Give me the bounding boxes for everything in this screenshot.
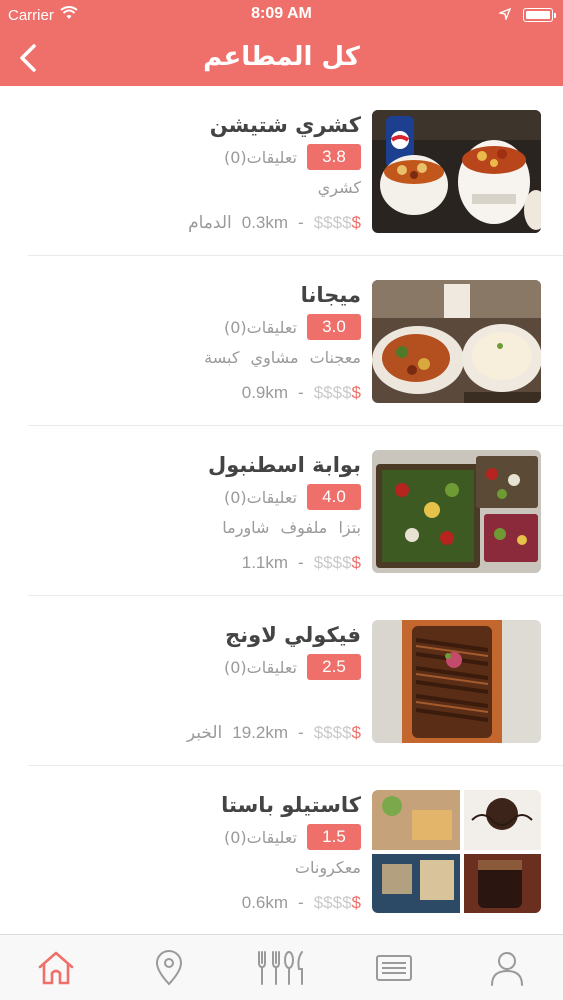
tab-location[interactable] <box>139 943 199 993</box>
restaurant-info: كاستيلو باستا 1.5 تعليقات(0) معكرونات 0.… <box>41 790 361 916</box>
nav-bar: كل المطاعم <box>0 30 563 86</box>
app-header: Carrier 8:09 AM كل المطاعم <box>0 0 563 86</box>
rating-badge: 3.0 <box>307 314 361 340</box>
tab-profile[interactable] <box>477 943 537 993</box>
restaurant-meta: الخبر 19.2km - $$$$$ <box>41 720 361 746</box>
rating-row: 3.8 تعليقات(0) <box>41 144 361 170</box>
rating-row: 1.5 تعليقات(0) <box>41 824 361 850</box>
distance-label: 0.3km <box>241 213 289 232</box>
page-title: كل المطاعم <box>203 42 360 72</box>
restaurant-meta: 1.1km - $$$$$ <box>41 550 361 576</box>
restaurant-info: ميجانا 3.0 تعليقات(0) معجنات مشاوي كبسة … <box>41 280 361 406</box>
restaurant-photo <box>372 620 541 743</box>
restaurant-info: كشري شتيشن 3.8 تعليقات(0) كشري الدمام 0.… <box>41 110 361 236</box>
cuisine-tags: معجنات مشاوي كبسة <box>204 348 361 367</box>
restaurant-photo <box>372 790 541 913</box>
restaurant-name: بوابة اسطنبول <box>207 453 361 477</box>
distance-label: 0.6km <box>241 893 289 912</box>
city-label: الخبر <box>186 723 223 743</box>
restaurant-item[interactable]: كشري شتيشن 3.8 تعليقات(0) كشري الدمام 0.… <box>28 86 563 256</box>
rating-badge: 2.5 <box>307 654 361 680</box>
restaurant-name: كاستيلو باستا <box>221 793 361 817</box>
price-level: $$$$$ <box>314 383 361 403</box>
price-level: $$$$$ <box>314 553 361 573</box>
reviews-count: تعليقات(0) <box>223 657 297 677</box>
price-active: $ <box>351 723 361 742</box>
price-active: $ <box>351 383 361 402</box>
restaurant-name: ميجانا <box>300 283 361 307</box>
price-inactive: $$$$ <box>313 553 352 572</box>
meta-separator: - <box>298 893 304 912</box>
rating-badge: 1.5 <box>307 824 361 850</box>
restaurant-meta: 0.9km - $$$$$ <box>41 380 361 406</box>
meta-separator: - <box>298 723 304 742</box>
tab-bar <box>0 934 563 1000</box>
price-level: $$$$$ <box>314 723 361 743</box>
home-icon <box>38 951 74 984</box>
price-inactive: $$$$ <box>313 723 352 742</box>
restaurant-photo <box>372 450 541 573</box>
battery-icon <box>523 8 556 22</box>
distance-label: 0.9km <box>241 383 289 402</box>
price-inactive: $$$$ <box>313 383 352 402</box>
reviews-count: تعليقات(0) <box>223 487 297 507</box>
restaurant-name: كشري شتيشن <box>209 113 361 137</box>
meta-separator: - <box>298 553 304 572</box>
restaurants-screen: Carrier 8:09 AM كل المطاعم كشري شتيشن 3.… <box>0 0 563 1000</box>
restaurant-photo <box>372 280 541 403</box>
meta-separator: - <box>298 383 304 402</box>
cuisine-tags: بتزا ملفوف شاورما <box>222 518 361 537</box>
reviews-count: تعليقات(0) <box>223 147 297 167</box>
rating-badge: 3.8 <box>307 144 361 170</box>
cuisine-tags <box>41 688 361 712</box>
price-inactive: $$$$ <box>313 893 352 912</box>
restaurant-photo <box>372 110 541 233</box>
rating-row: 3.0 تعليقات(0) <box>41 314 361 340</box>
price-level: $$$$$ <box>314 893 361 913</box>
restaurant-meta: الدمام 0.3km - $$$$$ <box>41 210 361 236</box>
location-pin-icon <box>155 949 182 985</box>
price-active: $ <box>351 553 361 572</box>
distance-label: 1.1km <box>241 553 289 572</box>
restaurant-item[interactable]: كاستيلو باستا 1.5 تعليقات(0) معكرونات 0.… <box>28 766 563 934</box>
restaurant-name: فيكولي لاونج <box>225 623 361 647</box>
tab-home[interactable] <box>26 943 86 993</box>
price-active: $ <box>351 213 361 232</box>
restaurant-item[interactable]: ميجانا 3.0 تعليقات(0) معجنات مشاوي كبسة … <box>28 256 563 426</box>
cutlery-icon <box>258 950 304 985</box>
price-active: $ <box>351 893 361 912</box>
tab-offers[interactable] <box>364 943 424 993</box>
cuisine-tags: كشري <box>317 178 361 197</box>
restaurant-list[interactable]: كشري شتيشن 3.8 تعليقات(0) كشري الدمام 0.… <box>0 86 563 934</box>
reviews-count: تعليقات(0) <box>223 827 297 847</box>
location-arrow-icon <box>497 6 512 24</box>
reviews-count: تعليقات(0) <box>223 317 297 337</box>
status-right <box>497 6 556 24</box>
cuisine-tags: معكرونات <box>294 858 361 877</box>
price-level: $$$$$ <box>314 213 361 233</box>
rating-row: 4.0 تعليقات(0) <box>41 484 361 510</box>
price-inactive: $$$$ <box>313 213 352 232</box>
tab-menu[interactable] <box>251 943 311 993</box>
rating-badge: 4.0 <box>307 484 361 510</box>
meta-separator: - <box>298 213 304 232</box>
status-time: 8:09 AM <box>251 5 312 22</box>
restaurant-info: فيكولي لاونج 2.5 تعليقات(0) الخبر 19.2km… <box>41 620 361 746</box>
rating-row: 2.5 تعليقات(0) <box>41 654 361 680</box>
distance-label: 19.2km <box>232 723 289 742</box>
restaurant-item[interactable]: بوابة اسطنبول 4.0 تعليقات(0) بتزا ملفوف … <box>28 426 563 596</box>
menu-card-icon <box>376 954 413 981</box>
restaurant-item[interactable]: فيكولي لاونج 2.5 تعليقات(0) الخبر 19.2km… <box>28 596 563 766</box>
status-bar: Carrier 8:09 AM <box>0 0 563 30</box>
restaurant-meta: 0.6km - $$$$$ <box>41 890 361 916</box>
restaurant-info: بوابة اسطنبول 4.0 تعليقات(0) بتزا ملفوف … <box>41 450 361 576</box>
city-label: الدمام <box>188 213 232 233</box>
profile-icon <box>490 951 523 986</box>
